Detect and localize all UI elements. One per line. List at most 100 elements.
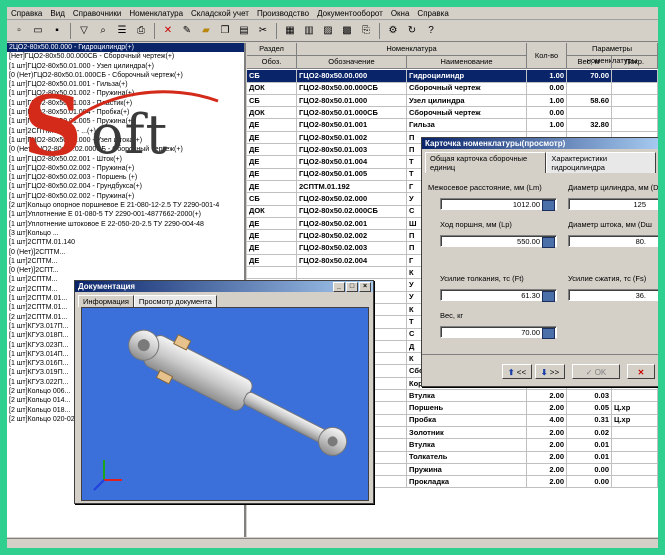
close-icon[interactable]: × [359, 282, 371, 292]
menu-item[interactable]: Справка [7, 9, 46, 18]
tree-node[interactable]: [1 шт]ГЦО2-80х50.02.002 - Пружина(+) [7, 192, 244, 201]
settings-icon[interactable]: ⚙ [385, 22, 401, 39]
folder-icon[interactable]: ▰ [198, 22, 214, 39]
chart-icon[interactable]: ▨ [320, 22, 336, 39]
table-cell: Сборочный чертеж [407, 82, 527, 94]
tree-node[interactable]: 2ЦО2-80х50.00.000 - Гидроцилиндр(+) [7, 43, 244, 53]
save-icon[interactable]: ▪ [49, 22, 65, 39]
label-compression-force: Усилие сжатия, тс (Fs) [568, 274, 647, 283]
menu-item[interactable]: Документооборот [313, 9, 387, 18]
field-piston-stroke[interactable]: 550.00 [440, 235, 557, 248]
edit-icon[interactable]: ✎ [179, 22, 195, 39]
prev-button[interactable]: ⬆ << [502, 364, 532, 379]
tree-node[interactable]: [1 шт]ГЦО2-80х50.01.000 - Узел цилиндра(… [7, 62, 244, 71]
tree-node[interactable]: [1 шт]ГЦО2-80х50.02.004 - Грундбукса(+) [7, 182, 244, 191]
header-oboznachenie[interactable]: Обозначение [297, 56, 407, 69]
documentation-title-bar[interactable]: Документация _ □ × [75, 281, 373, 292]
header-ves[interactable]: Вес, кг [567, 56, 612, 69]
header-nomenklatura[interactable]: Номенклатура [297, 43, 527, 56]
maximize-icon[interactable]: □ [346, 282, 358, 292]
grid-header: Раздел Номенклатура Кол-во Параметры ном… [247, 43, 658, 69]
tab-information[interactable]: Информация [78, 295, 134, 307]
paste-icon[interactable]: ▤ [236, 22, 252, 39]
tree-node[interactable]: [0 (Нет)]2СПТМ... [7, 248, 244, 257]
new-icon[interactable]: ▫ [11, 22, 27, 39]
help-icon[interactable]: ? [423, 22, 439, 39]
menu-bar: Справка Вид Справочники Номенклатура Складск… [7, 7, 658, 20]
calculator-icon[interactable] [542, 328, 555, 339]
next-label: >> [549, 368, 560, 377]
menu-item[interactable]: Вид [46, 9, 68, 18]
tree-node[interactable]: [1 шт]2СПТМ... [7, 257, 244, 266]
link-icon[interactable]: ⎘ [358, 22, 374, 39]
minimize-icon[interactable]: _ [333, 282, 345, 292]
header-pokr[interactable]: Покр. [612, 56, 658, 69]
menu-item[interactable]: Справка [413, 9, 452, 18]
tree-icon[interactable]: ☰ [114, 22, 130, 39]
hydraulic-cylinder-model-icon [93, 329, 348, 491]
doc-icon[interactable]: ▦ [282, 22, 298, 39]
cancel-x-icon: ✕ [637, 368, 645, 377]
cancel-button[interactable]: ✕ [627, 364, 655, 379]
next-button[interactable]: ⬇ >> [535, 364, 565, 379]
field-rod-diameter[interactable]: 80. [568, 235, 658, 247]
tree-node[interactable]: [2 шт]Кольцо опорное поршневое Е 21-080-… [7, 201, 244, 210]
ok-button[interactable]: ✓ OK [572, 364, 620, 379]
tab-general-card[interactable]: Общая карточка сборочные единиц [425, 152, 547, 173]
menu-item[interactable]: Справочники [69, 9, 125, 18]
filter-icon[interactable]: ▽ [76, 22, 92, 39]
tree-node[interactable]: [Нет]ГЦО2-80х50.00.000СБ - Сборочный чер… [7, 52, 244, 61]
header-razdel[interactable]: Раздел [247, 43, 297, 56]
calc-icon[interactable]: ▩ [339, 22, 355, 39]
field-weight[interactable]: 70.00 [440, 326, 557, 339]
copy-icon[interactable]: ❐ [217, 22, 233, 39]
tree-node[interactable]: [3 шт]Кольцо ... [7, 229, 244, 238]
header-naimenovanie[interactable]: Наименование [407, 56, 527, 69]
table-row[interactable]: СБ ГЦО2-80х50.00.000 Гидроцилиндр 1.00 70.00 [247, 70, 658, 83]
table-row[interactable]: ДОК ГЦО2-80х50.01.000СБ Сборочный чертеж 0.… [247, 106, 658, 120]
header-params[interactable]: Параметры номенклатуры [567, 43, 658, 65]
field-push-force[interactable]: 61.30 [440, 289, 557, 302]
card-title-bar[interactable]: Карточка номенклатуры(просмотр) [422, 138, 658, 149]
menu-item[interactable]: Номенклатура [125, 9, 187, 18]
menu-item[interactable]: Производство [253, 9, 313, 18]
calculator-icon[interactable] [542, 237, 555, 248]
table-row[interactable]: СБ ГЦО2-80х50.01.000 Узел цилиндра 1.00 58.6… [247, 94, 658, 108]
cut-icon[interactable]: ✂ [255, 22, 271, 39]
label-piston-stroke: Ход поршня, мм (Lp) [440, 220, 512, 229]
find-icon[interactable]: ⌕ [95, 22, 111, 39]
table-cell: 2.00 [527, 402, 567, 414]
table-icon[interactable]: ▥ [301, 22, 317, 39]
field-cylinder-diameter[interactable]: 125 [568, 198, 658, 210]
document-3d-viewer[interactable] [81, 307, 369, 501]
delete-icon[interactable]: ✕ [160, 22, 176, 39]
nomenclature-card-window[interactable]: Карточка номенклатуры(просмотр) Общая ка… [421, 137, 658, 387]
tab-cylinder-specs[interactable]: Характеристики гидроцилиндра [546, 152, 656, 173]
table-cell [567, 82, 612, 94]
header-kolvo[interactable]: Кол-во [527, 43, 567, 69]
table-row[interactable]: ДОК ГЦО2-80х50.00.000СБ Сборочный чертеж 0.… [247, 82, 658, 95]
tree-node[interactable]: [1 шт]Уплотнение штоковое Е 22-050-20-2.… [7, 220, 244, 229]
menu-item[interactable]: Складской учет [187, 9, 253, 18]
tree-node[interactable]: [0 (Нет)]2СПТ... [7, 266, 244, 275]
table-row[interactable]: ДЕ ГЦО2-80х50.01.001 Гильза 1.00 32.80 [247, 119, 658, 132]
toolbar-separator [379, 22, 380, 39]
field-compression-force[interactable]: 36. [568, 289, 658, 301]
open-icon[interactable]: ▭ [30, 22, 46, 39]
print-icon[interactable]: ⎙ [133, 22, 149, 39]
tree-node[interactable]: [1 шт]2СПТМ.01.140 [7, 238, 244, 247]
status-bar [7, 538, 658, 548]
calculator-icon[interactable] [542, 291, 555, 302]
header-oboz[interactable]: Обоз. [247, 56, 297, 69]
tab-document-preview[interactable]: Просмотр документа [133, 295, 217, 307]
refresh-icon[interactable]: ↻ [404, 22, 420, 39]
table-cell: ДЕ [247, 254, 297, 266]
value-weight: 70.00 [521, 328, 540, 337]
table-cell [612, 119, 658, 131]
toolbar: ▫ ▭ ▪ ▽ ⌕ ☰ ⎙ ✕ ✎ ▰ ❐ ▤ ✂ ▦ ▥ ▨ ▩ ⎘ ⚙ ↻ … [7, 20, 658, 42]
tree-node[interactable]: [1 шт]Уплотнение Е 01-080-5 ТУ 2290-001-… [7, 210, 244, 219]
menu-item[interactable]: Окна [387, 9, 414, 18]
calculator-icon[interactable] [542, 200, 555, 211]
field-center-distance[interactable]: 1012.00 [440, 198, 557, 211]
documentation-window[interactable]: Документация _ □ × Информация Просмотр д… [74, 280, 374, 504]
